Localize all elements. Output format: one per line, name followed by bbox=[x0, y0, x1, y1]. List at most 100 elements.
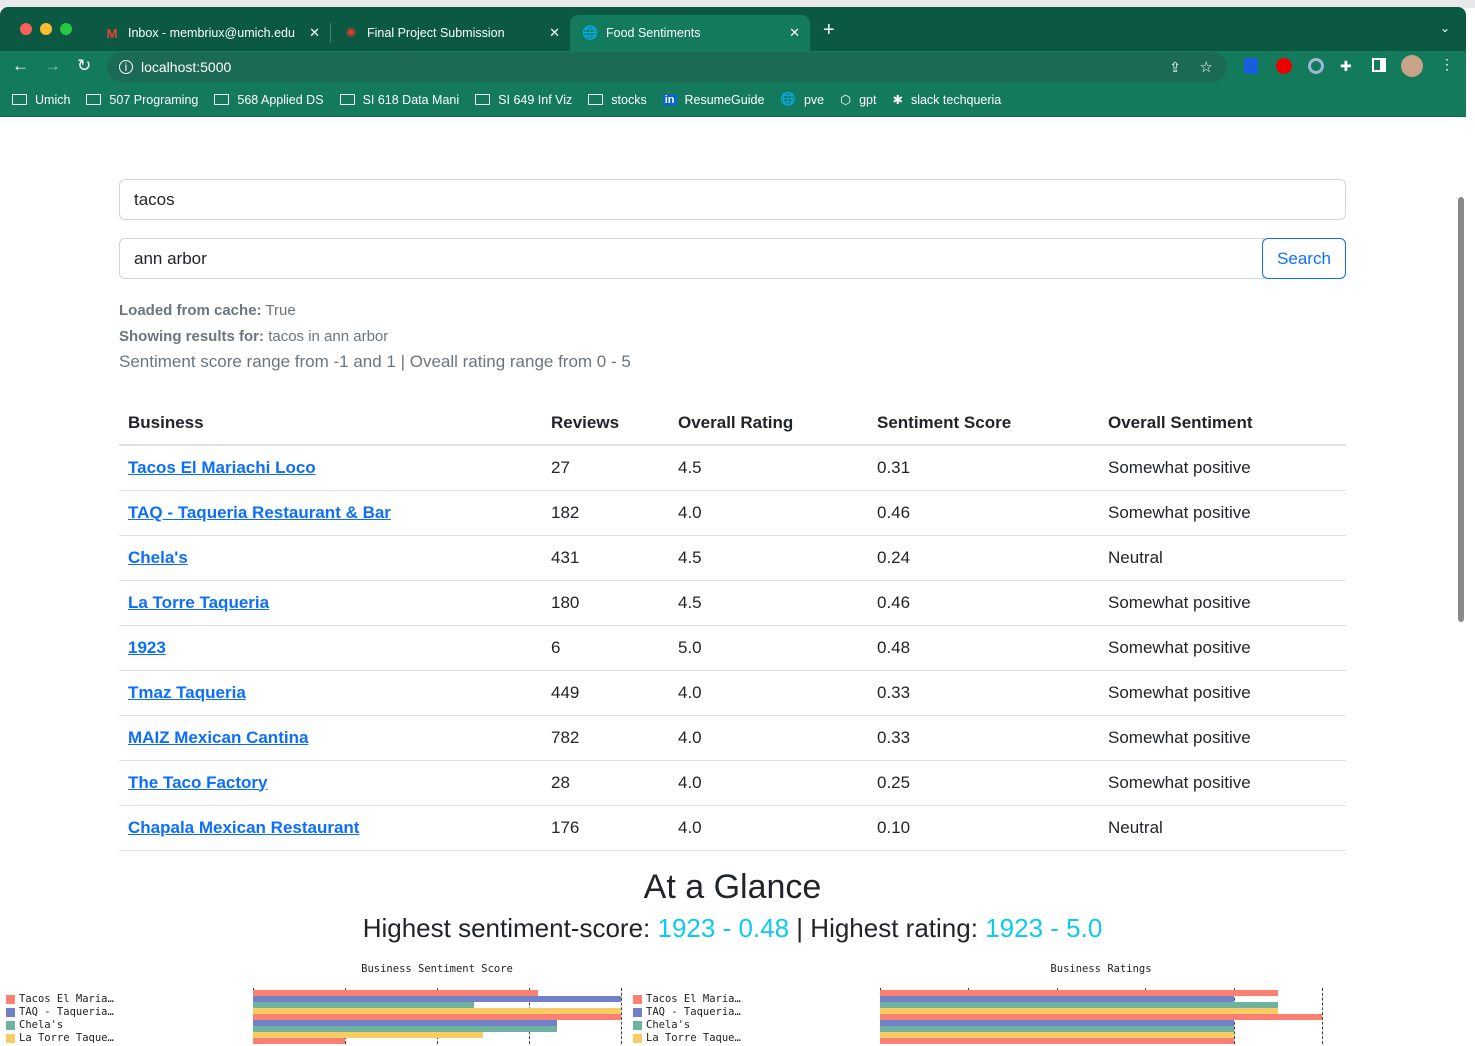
close-window-button[interactable] bbox=[20, 23, 32, 35]
avatar[interactable] bbox=[1401, 55, 1423, 77]
back-button[interactable]: ← bbox=[12, 56, 29, 76]
business-link[interactable]: The Taco Factory bbox=[128, 773, 268, 792]
table-row: Tmaz Taqueria 449 4.0 0.33 Somewhat positive bbox=[119, 670, 1346, 716]
table-cell: Somewhat positive bbox=[1099, 760, 1346, 806]
business-link[interactable]: La Torre Taqueria bbox=[128, 593, 269, 612]
chart-title: Business Ratings bbox=[1050, 963, 1152, 975]
menu-kebab-icon[interactable]: ⋮ bbox=[1440, 56, 1454, 73]
address-bar[interactable]: i localhost:5000 ⇪ ☆ bbox=[107, 52, 1227, 82]
table-cell: Neutral bbox=[1099, 535, 1346, 581]
table-cell: 0.24 bbox=[868, 535, 1099, 581]
legend-item[interactable]: Chela's bbox=[6, 1019, 63, 1031]
share-icon[interactable]: ⇪ bbox=[1169, 59, 1181, 76]
legend-swatch bbox=[633, 1020, 642, 1030]
extensions-puzzle-icon[interactable]: ✚ bbox=[1340, 58, 1352, 75]
bookmark-star-icon[interactable]: ☆ bbox=[1200, 58, 1213, 76]
tab-inbox[interactable]: M Inbox - membriux@umich.edu ✕ bbox=[92, 15, 330, 51]
maximize-window-button[interactable] bbox=[60, 23, 72, 35]
bookmark-si-618-data-mani[interactable]: SI 618 Data Mani bbox=[339, 93, 459, 107]
business-link[interactable]: Chela's bbox=[128, 548, 188, 567]
folder-icon bbox=[214, 94, 230, 105]
toolbar: ← → ↻ i localhost:5000 ⇪ ☆ ✚ ⋮ bbox=[0, 51, 1466, 83]
bar[interactable] bbox=[880, 1038, 1234, 1044]
table-cell: 4.0 bbox=[669, 805, 868, 851]
table-cell: Somewhat positive bbox=[1099, 490, 1346, 536]
table-row: Tacos El Mariachi Loco 27 4.5 0.31 Somewhat … bbox=[119, 445, 1346, 491]
table-cell: Tmaz Taqueria bbox=[119, 670, 542, 716]
folder-icon bbox=[339, 94, 355, 105]
legend-item[interactable]: La Torre Taque… bbox=[633, 1032, 741, 1044]
bookmark-stocks[interactable]: stocks bbox=[588, 93, 647, 107]
tab-food-sentiments[interactable]: 🌐 Food Sentiments ✕ bbox=[570, 15, 810, 51]
bookmark-si-649-inf-viz[interactable]: SI 649 Inf Viz bbox=[475, 93, 572, 107]
column-header: Overall Sentiment bbox=[1099, 402, 1346, 446]
table-row: La Torre Taqueria 180 4.5 0.46 Somewhat posi… bbox=[119, 580, 1346, 626]
close-tab-icon[interactable]: ✕ bbox=[549, 25, 560, 41]
scrollbar[interactable] bbox=[1458, 197, 1464, 622]
side-panel-icon[interactable] bbox=[1372, 58, 1386, 72]
extension-ring-icon[interactable] bbox=[1308, 58, 1324, 74]
column-header: Reviews bbox=[542, 402, 669, 446]
table-cell: Chela's bbox=[119, 535, 542, 581]
legend-swatch bbox=[6, 1033, 15, 1043]
table-row: The Taco Factory 28 4.0 0.25 Somewhat positi… bbox=[119, 760, 1346, 806]
business-link[interactable]: Tmaz Taqueria bbox=[128, 683, 246, 702]
legend-item[interactable]: TAQ - Taqueria… bbox=[633, 1006, 741, 1018]
table-cell: Chapala Mexican Restaurant bbox=[119, 805, 542, 851]
table-cell: 5.0 bbox=[669, 625, 868, 671]
close-tab-icon[interactable]: ✕ bbox=[789, 25, 800, 41]
reload-button[interactable]: ↻ bbox=[77, 56, 91, 76]
legend-swatch bbox=[633, 1007, 642, 1017]
legend-item[interactable]: Tacos El Maria… bbox=[6, 993, 114, 1005]
business-link[interactable]: TAQ - Taqueria Restaurant & Bar bbox=[128, 503, 391, 522]
bar[interactable] bbox=[253, 1038, 345, 1044]
table-cell: Somewhat positive bbox=[1099, 715, 1346, 761]
legend-swatch bbox=[633, 1033, 642, 1043]
legend-item[interactable]: Chela's bbox=[633, 1019, 690, 1031]
new-tab-button[interactable]: + bbox=[823, 19, 835, 42]
food-search-input[interactable]: tacos bbox=[119, 179, 1346, 220]
business-link[interactable]: MAIZ Mexican Cantina bbox=[128, 728, 308, 747]
gridline bbox=[1322, 988, 1323, 1044]
table-cell: MAIZ Mexican Cantina bbox=[119, 715, 542, 761]
gmail-icon: M bbox=[106, 25, 118, 41]
table-cell: 0.31 bbox=[868, 445, 1099, 491]
table-cell: Somewhat positive bbox=[1099, 670, 1346, 716]
business-link[interactable]: Chapala Mexican Restaurant bbox=[128, 818, 359, 837]
adblock-icon[interactable] bbox=[1276, 58, 1292, 74]
minimize-window-button[interactable] bbox=[40, 23, 52, 35]
bookmark-gpt[interactable]: ⬡ gpt bbox=[840, 92, 876, 108]
forward-button[interactable]: → bbox=[44, 56, 61, 76]
bookmark-resumeguide[interactable]: in ResumeGuide bbox=[662, 93, 764, 107]
tab-search-chevron-icon[interactable]: ⌄ bbox=[1440, 21, 1450, 35]
table-cell: 4.0 bbox=[669, 760, 868, 806]
bookmark-umich[interactable]: Umich bbox=[12, 93, 70, 107]
tab-bar: M Inbox - membriux@umich.edu ✕ ✺ Final Proj… bbox=[0, 7, 1466, 51]
table-cell: 28 bbox=[542, 760, 669, 806]
folder-icon bbox=[588, 94, 604, 105]
table-cell: Somewhat positive bbox=[1099, 625, 1346, 671]
bookmark-507-programing[interactable]: 507 Programing bbox=[86, 93, 198, 107]
business-link[interactable]: Tacos El Mariachi Loco bbox=[128, 458, 316, 477]
showing-info: Showing results for: tacos in ann arbor bbox=[119, 328, 389, 345]
table-row: MAIZ Mexican Cantina 782 4.0 0.33 Somewhat p… bbox=[119, 715, 1346, 761]
bookmark-pve[interactable]: 🌐 pve bbox=[780, 92, 824, 107]
business-link[interactable]: 1923 bbox=[128, 638, 166, 657]
info-icon: i bbox=[119, 60, 133, 74]
globe-icon: 🌐 bbox=[780, 92, 796, 106]
tab-final-project[interactable]: ✺ Final Project Submission ✕ bbox=[330, 23, 570, 43]
table-row: TAQ - Taqueria Restaurant & Bar 182 4.0 0.4… bbox=[119, 490, 1346, 536]
table-cell: 0.25 bbox=[868, 760, 1099, 806]
legend-item[interactable]: Tacos El Maria… bbox=[633, 993, 741, 1005]
table-cell: 431 bbox=[542, 535, 669, 581]
close-tab-icon[interactable]: ✕ bbox=[309, 25, 320, 41]
location-search-input[interactable]: ann arbor bbox=[119, 238, 1264, 279]
slack-icon: ✱ bbox=[892, 93, 903, 107]
legend-item[interactable]: TAQ - Taqueria… bbox=[6, 1006, 114, 1018]
bitwarden-icon[interactable] bbox=[1244, 58, 1258, 74]
bookmark-slack-techqueria[interactable]: ✱ slack techqueria bbox=[892, 92, 1001, 108]
folder-icon bbox=[475, 94, 491, 105]
search-button[interactable]: Search bbox=[1262, 238, 1346, 279]
legend-item[interactable]: La Torre Taque… bbox=[6, 1032, 114, 1044]
bookmark-568-applied-ds[interactable]: 568 Applied DS bbox=[214, 93, 324, 107]
